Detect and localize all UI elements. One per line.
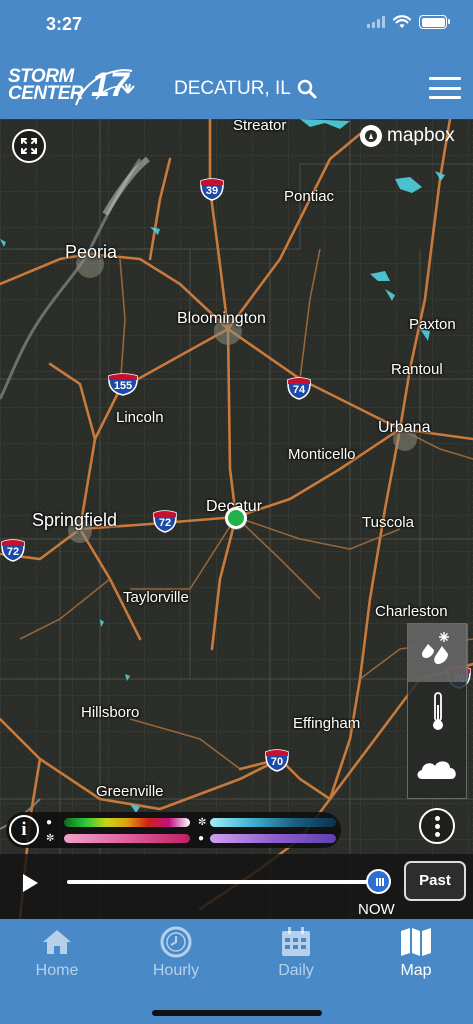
layer-selector <box>407 623 468 799</box>
radar-timeline: NOW Past <box>0 854 473 919</box>
city-label: Charleston <box>375 603 448 620</box>
radar-map[interactable]: Streator Pontiac Peoria Bloomington Paxt… <box>0 119 473 919</box>
interstate-shield: 155 <box>107 372 139 396</box>
location-search[interactable]: DECATUR, IL <box>174 78 317 100</box>
interstate-shield: 39 <box>199 177 225 201</box>
city-label: Urbana <box>378 419 431 436</box>
cellular-signal-icon <box>367 16 385 28</box>
mix-color-scale <box>64 834 190 843</box>
logo-center-text: CENTER <box>8 83 84 104</box>
city-label: Streator <box>233 119 287 134</box>
layer-temperature-button[interactable] <box>408 683 468 741</box>
mix-legend-icon: ✼ <box>46 833 55 844</box>
fullscreen-expand-icon[interactable] <box>12 129 46 163</box>
city-label: Paxton <box>409 316 456 333</box>
play-icon[interactable] <box>23 874 38 892</box>
tab-hourly[interactable]: Hourly <box>131 925 221 980</box>
rain-legend-icon: ● <box>46 817 53 828</box>
interstate-number: 74 <box>292 384 306 396</box>
clock-icon <box>160 926 192 958</box>
interstate-shield: 74 <box>286 376 312 400</box>
city-label: Taylorville <box>123 589 189 606</box>
location-label: DECATUR, IL <box>174 78 291 99</box>
logo-number: 17 <box>91 66 129 104</box>
status-icons <box>367 15 450 29</box>
info-icon[interactable]: i <box>9 815 39 845</box>
city-label: Lincoln <box>116 409 164 426</box>
city-label: Bloomington <box>177 310 266 327</box>
city-label: Pontiac <box>284 188 335 205</box>
radar-legend: i ● ✼ ✼ ● <box>6 812 341 848</box>
map-icon <box>401 928 431 956</box>
home-indicator <box>152 1010 322 1016</box>
current-location-marker[interactable] <box>225 507 247 529</box>
interstate-shield: 72 <box>0 538 26 562</box>
thermometer-icon <box>433 692 443 730</box>
rain-color-scale <box>64 818 190 827</box>
interstate-shield: 72 <box>152 509 178 533</box>
ice-legend-icon: ● <box>198 833 205 844</box>
city-label: Effingham <box>293 715 361 732</box>
city-label: Monticello <box>288 446 356 463</box>
home-icon <box>43 930 71 954</box>
city-label: Springfield <box>32 510 118 530</box>
ice-color-scale <box>210 834 336 843</box>
tab-daily-label: Daily <box>278 962 314 979</box>
layer-precipitation-button[interactable] <box>408 624 468 682</box>
tab-hourly-label: Hourly <box>152 962 200 979</box>
city-label: Tuscola <box>362 514 414 531</box>
interstate-number: 39 <box>205 185 219 197</box>
calendar-icon <box>282 927 310 956</box>
snow-legend-icon: ✼ <box>198 817 207 828</box>
battery-icon <box>419 15 450 29</box>
cloud-icon <box>417 761 456 779</box>
bottom-tab-bar: Home Hourly Daily Map <box>0 919 473 1024</box>
precipitation-icon <box>422 632 449 664</box>
wifi-icon <box>393 15 411 28</box>
hamburger-menu-icon[interactable] <box>429 77 461 99</box>
interstate-number: 72 <box>158 517 172 529</box>
city-label: Peoria <box>65 242 118 262</box>
interstate-number: 70 <box>270 756 284 768</box>
interstate-shield: 70 <box>264 748 290 772</box>
mapbox-logo-icon <box>360 125 382 147</box>
tab-home-label: Home <box>35 962 79 979</box>
now-label: NOW <box>358 901 395 918</box>
tab-home[interactable]: Home <box>12 925 102 980</box>
interstate-number: 72 <box>6 546 20 558</box>
layer-clouds-button[interactable] <box>408 741 468 799</box>
snow-color-scale <box>210 818 336 827</box>
interstate-number: 155 <box>113 380 133 392</box>
more-options-icon[interactable] <box>419 808 455 844</box>
tab-map[interactable]: Map <box>371 925 461 980</box>
storm-center-17-logo[interactable]: STORM CENTER 17 <box>8 66 135 107</box>
status-time: 3:27 <box>46 14 83 34</box>
timeline-track[interactable] <box>67 880 379 884</box>
status-bar: 3:27 <box>0 0 473 50</box>
tab-map-label: Map <box>400 962 432 979</box>
past-button[interactable]: Past <box>404 861 466 901</box>
timeline-slider-handle[interactable] <box>366 869 391 894</box>
mapbox-text: mapbox <box>387 125 455 146</box>
search-icon <box>297 79 317 99</box>
city-label: Rantoul <box>391 361 443 378</box>
tab-daily[interactable]: Daily <box>251 925 341 980</box>
city-label: Hillsboro <box>81 704 140 721</box>
app-header: STORM CENTER 17 DECATUR, IL <box>0 50 473 119</box>
mapbox-attribution[interactable]: mapbox <box>360 125 455 147</box>
city-label: Greenville <box>96 783 164 800</box>
